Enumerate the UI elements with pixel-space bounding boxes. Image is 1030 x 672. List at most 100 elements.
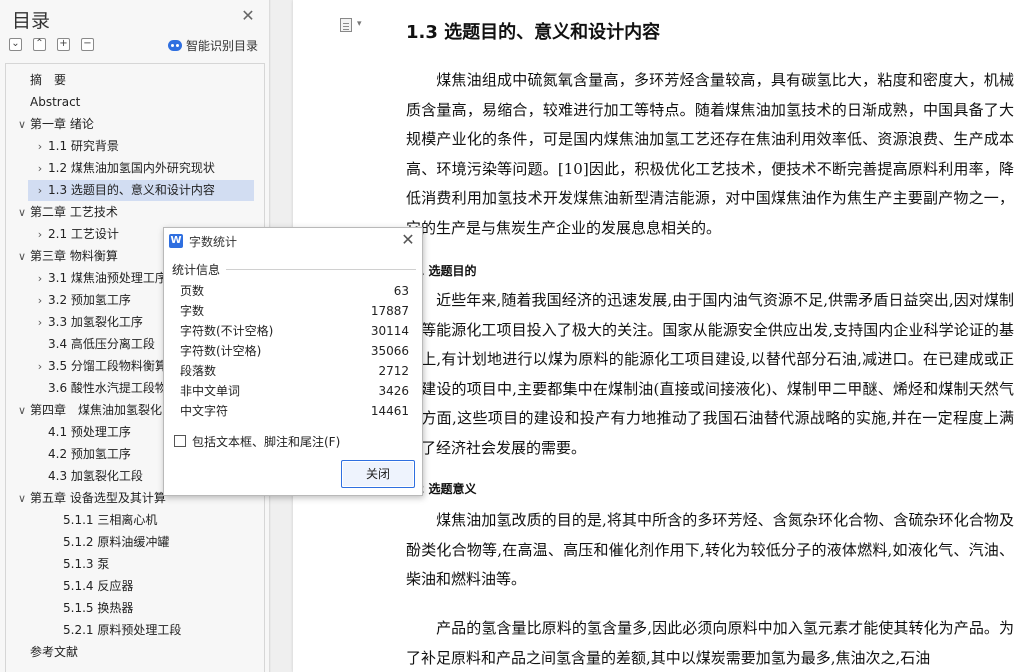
paragraph-4: 产品的氢含量比原料的氢含量多,因此必须向原料中加入氢元素才能使其转化为产品。为了… (406, 619, 1014, 667)
toc-item[interactable]: 参考文献 (6, 642, 264, 663)
toc-item-label: 5.1.1 三相离心机 (63, 513, 158, 527)
toc-item-label: 第四章 煤焦油加氢裂化 (30, 403, 163, 417)
toc-item[interactable]: 5.1.5 换热器 (6, 598, 264, 619)
checkbox-label: 包括文本框、脚注和尾注(F) (192, 434, 341, 449)
toc-item-label: 5.1.2 原料油缓冲罐 (63, 535, 170, 549)
section-heading: 1.3 选题目的、意义和设计内容 (406, 22, 661, 43)
toc-item-label: 第五章 设备选型及其计算 (30, 491, 166, 505)
chevron-down-icon[interactable]: ∨ (16, 400, 28, 421)
stat-row: 字符数(不计空格) 30114 (180, 321, 409, 341)
toc-item-label: 3.6 酸性水汽提工段物 (48, 381, 167, 395)
close-icon[interactable]: ✕ (240, 8, 256, 24)
toc-item-label: 4.3 加氢裂化工段 (48, 469, 143, 483)
toc-item[interactable]: › 1.2 煤焦油加氢国内外研究现状 (6, 158, 264, 179)
toc-item-label: 第三章 物料衡算 (30, 249, 118, 263)
smart-toc-label: 智能识别目录 (186, 38, 259, 53)
toc-item-label: 3.4 高低压分离工段 (48, 337, 155, 351)
stat-row: 非中文单词 3426 (180, 381, 409, 401)
section-divider (226, 269, 416, 270)
chevron-right-icon[interactable]: › (34, 312, 46, 333)
stat-row: 段落数 2712 (180, 361, 409, 381)
toc-item[interactable]: › 1.1 研究背景 (6, 136, 264, 157)
toc-item-label: 1.3 选题目的、意义和设计内容 (48, 183, 215, 197)
toc-item-label: 5.1.5 换热器 (63, 601, 134, 615)
chevron-down-icon[interactable]: ∨ (16, 202, 28, 223)
toc-item-label: 参考文献 (30, 645, 79, 659)
toc-item-label: Abstract (30, 95, 81, 109)
toc-item[interactable]: ∨ 第二章 工艺技术 (6, 202, 264, 223)
stat-row: 字符数(计空格) 35066 (180, 341, 409, 361)
document-icon[interactable] (340, 18, 352, 32)
toc-item-label: 3.3 加氢裂化工序 (48, 315, 143, 329)
chevron-right-icon[interactable]: › (34, 224, 46, 245)
stat-label: 字数 (180, 304, 205, 318)
stat-label: 字符数(计空格) (180, 344, 262, 358)
toc-item[interactable]: › 1.3 选题目的、意义和设计内容 (28, 180, 254, 201)
stat-label: 中文字符 (180, 404, 229, 418)
word-count-dialog: W 字数统计 ✕ 统计信息 页数 63 字数 17887 字符数(不计空格) 30114 字… (163, 227, 423, 496)
subheading-purpose: 1 选题目的 (416, 264, 477, 278)
close-icon[interactable]: ✕ (400, 231, 416, 249)
toc-item-label: 5.1.4 反应器 (63, 579, 134, 593)
stats-section-label: 统计信息 (172, 263, 221, 277)
stat-value: 3426 (378, 384, 409, 398)
chevron-right-icon[interactable]: › (34, 268, 46, 289)
stat-value: 2712 (378, 364, 409, 378)
chevron-right-icon[interactable]: › (34, 356, 46, 377)
toc-item[interactable]: 5.2.1 原料预处理工段 (6, 620, 264, 641)
chevron-down-icon[interactable]: ▾ (357, 19, 362, 29)
paragraph-1: 煤焦油组成中硫氮氧含量高，多环芳烃含量较高，具有碳氢比大，粘度和密度大，机械质含… (406, 71, 1014, 237)
toc-item[interactable]: 5.1.3 泵 (6, 554, 264, 575)
toc-item-label: 1.1 研究背景 (48, 139, 119, 153)
chevron-down-icon[interactable]: ∨ (16, 246, 28, 267)
toc-item[interactable]: 5.1.4 反应器 (6, 576, 264, 597)
include-textbox-checkbox[interactable]: 包括文本框、脚注和尾注(F) (174, 433, 340, 449)
paragraph-3: 煤焦油加氢改质的目的是,将其中所含的多环芳烃、含氮杂环化合物、含硫杂环化合物及酚… (406, 511, 1014, 588)
close-button[interactable]: 关闭 (341, 460, 415, 488)
toc-item-label: 第二章 工艺技术 (30, 205, 118, 219)
toc-item-label: 1.2 煤焦油加氢国内外研究现状 (48, 161, 215, 175)
paragraph-2: 近些年来,随着我国经济的迅速发展,由于国内油气资源不足,供需矛盾日益突出,因对煤… (406, 291, 1014, 457)
dialog-title: 字数统计 (189, 235, 238, 249)
stat-row: 字数 17887 (180, 301, 409, 321)
stat-label: 非中文单词 (180, 384, 241, 398)
robot-icon (168, 39, 182, 51)
stat-row: 页数 63 (180, 281, 409, 301)
stat-value: 63 (393, 284, 409, 298)
checkbox-icon[interactable] (174, 435, 186, 447)
stat-value: 35066 (370, 344, 409, 358)
toc-item-label: 3.5 分馏工段物料衡算 (48, 359, 167, 373)
stat-label: 字符数(不计空格) (180, 324, 274, 338)
remove-level-icon[interactable]: − (81, 38, 94, 51)
toc-item-label: 4.2 预加氢工序 (48, 447, 131, 461)
toc-item[interactable]: 摘 要 (6, 70, 264, 91)
add-level-icon[interactable]: + (57, 38, 70, 51)
chevron-right-icon[interactable]: › (34, 136, 46, 157)
chevron-down-icon[interactable]: ∨ (16, 488, 28, 509)
toc-item[interactable]: 5.1.1 三相离心机 (6, 510, 264, 531)
toc-item-label: 3.1 煤焦油预处理工序 (48, 271, 167, 285)
app-logo-icon: W (169, 234, 183, 248)
toc-item-label: 3.2 预加氢工序 (48, 293, 131, 307)
chevron-right-icon[interactable]: › (34, 180, 46, 201)
toc-item[interactable]: ∨ 第一章 绪论 (6, 114, 264, 135)
expand-all-icon[interactable]: ⌄ (9, 38, 22, 51)
collapse-all-icon[interactable]: ⌃ (33, 38, 46, 51)
toc-item-label: 2.1 工艺设计 (48, 227, 119, 241)
toc-item-label: 第一章 绪论 (30, 117, 94, 131)
stat-label: 页数 (180, 284, 205, 298)
toc-item[interactable]: Abstract (6, 92, 264, 113)
smart-toc-button[interactable]: 智能识别目录 (168, 36, 258, 54)
chevron-right-icon[interactable]: › (34, 158, 46, 179)
chevron-down-icon[interactable]: ∨ (16, 114, 28, 135)
toc-item-label: 摘 要 (30, 73, 67, 87)
stat-value: 17887 (370, 304, 409, 318)
chevron-right-icon[interactable]: › (34, 290, 46, 311)
stat-label: 段落数 (180, 364, 217, 378)
stat-value: 14461 (370, 404, 409, 418)
toc-item-label: 4.1 预处理工序 (48, 425, 131, 439)
toc-item[interactable]: 5.1.2 原料油缓冲罐 (6, 532, 264, 553)
toc-item-label: 5.2.1 原料预处理工段 (63, 623, 182, 637)
subheading-significance: 2 选题意义 (416, 482, 477, 496)
stat-value: 30114 (370, 324, 409, 338)
